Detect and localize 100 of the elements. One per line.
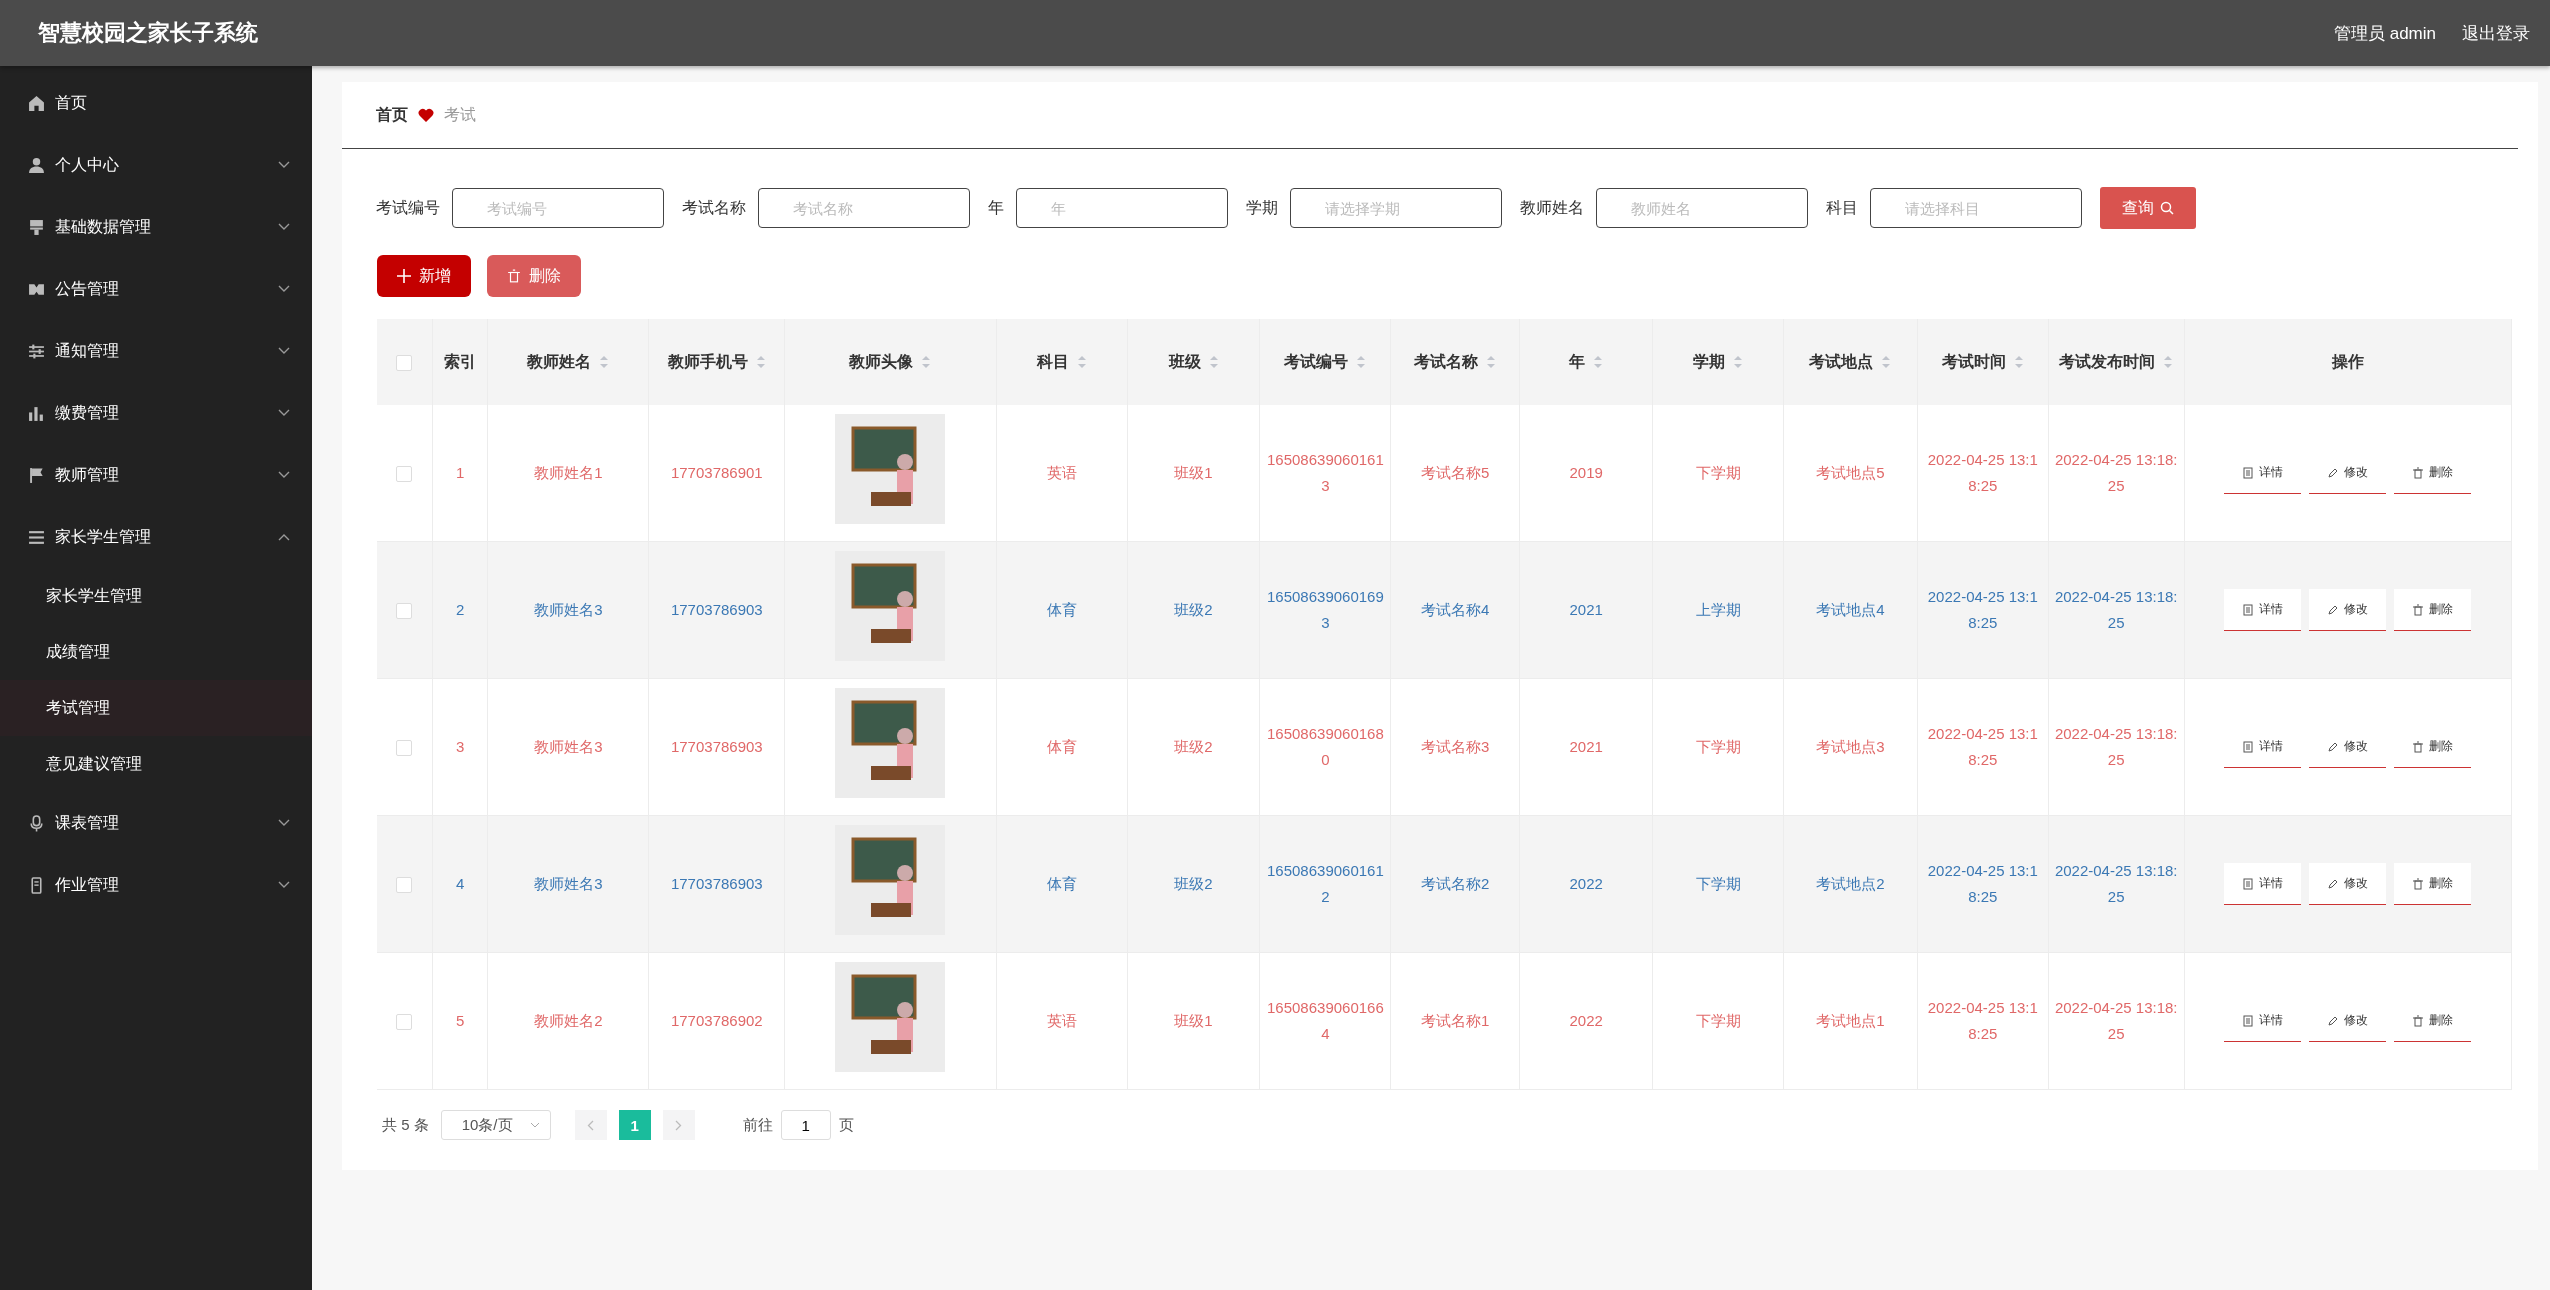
table-cell: 考试名称3: [1421, 738, 1490, 755]
sort-icon[interactable]: [755, 355, 766, 369]
edit-button[interactable]: 修改: [2309, 726, 2387, 768]
row-checkbox[interactable]: [396, 466, 413, 483]
table-cell: 17703786901: [670, 464, 763, 481]
table-cell: 165086390601680: [1267, 725, 1384, 768]
sidebar-item-label: 作业管理: [55, 874, 120, 895]
filter-input[interactable]: 请选择科目: [1870, 188, 2082, 228]
table-cell: 考试地点4: [1816, 601, 1885, 618]
sidebar-item[interactable]: 个人中心: [0, 134, 312, 196]
delete-button[interactable]: 删除: [2394, 1000, 2472, 1042]
sidebar-item[interactable]: 公告管理: [0, 258, 312, 320]
sidebar-subitem[interactable]: 家长学生管理: [0, 568, 312, 624]
delete-button[interactable]: 删除: [2394, 452, 2472, 494]
details-button[interactable]: 详情: [2224, 452, 2302, 494]
table-cell: 2: [455, 601, 465, 618]
column-header: 索引: [444, 351, 477, 372]
delete-button[interactable]: 删除: [487, 255, 581, 297]
table-cell: 考试地点2: [1816, 875, 1885, 892]
table-cell: 2022-04-25 13:18:25: [2054, 999, 2178, 1042]
sort-icon[interactable]: [1733, 355, 1744, 369]
row-checkbox[interactable]: [396, 1014, 413, 1031]
table-cell: 班级2: [1174, 601, 1213, 618]
table-cell: 教师姓名3: [534, 738, 603, 755]
column-header: 学期: [1693, 351, 1726, 372]
select-all-checkbox[interactable]: [396, 354, 413, 371]
details-button[interactable]: 详情: [2224, 726, 2302, 768]
sort-icon[interactable]: [2163, 355, 2174, 369]
table-cell: 2022-04-25 13:18:25: [1927, 862, 2038, 905]
edit-button[interactable]: 修改: [2309, 863, 2387, 905]
table-cell: 考试地点5: [1816, 464, 1885, 481]
goto-label: 前往: [742, 1115, 773, 1135]
pencil-icon: [2327, 603, 2340, 616]
delete-button[interactable]: 删除: [2394, 726, 2472, 768]
column-header: 考试编号: [1284, 351, 1349, 372]
stamp-icon: [28, 218, 45, 236]
person-icon: [28, 156, 45, 174]
add-button[interactable]: 新增: [377, 255, 471, 297]
filter-input[interactable]: 考试编号: [452, 188, 664, 228]
sidebar-item[interactable]: 作业管理: [0, 854, 312, 916]
sort-icon[interactable]: [1356, 355, 1367, 369]
sidebar-item[interactable]: 家长学生管理: [0, 506, 312, 568]
row-checkbox[interactable]: [396, 877, 413, 894]
trash-icon: [2412, 740, 2425, 753]
bar-chart-icon: [28, 404, 45, 422]
table-cell: 考试名称2: [1421, 875, 1490, 892]
filter-input[interactable]: 考试名称: [758, 188, 970, 228]
sidebar-item[interactable]: 首页: [0, 72, 312, 134]
filter-label: 年: [988, 197, 1004, 218]
goto-page-input[interactable]: 1: [780, 1110, 831, 1140]
table-cell: 5: [455, 1012, 465, 1029]
document-icon: [2242, 466, 2255, 479]
next-page-button[interactable]: [662, 1110, 695, 1140]
edit-button[interactable]: 修改: [2309, 589, 2387, 631]
sidebar-item-label: 公告管理: [55, 278, 120, 299]
filter-input[interactable]: 请选择学期: [1290, 188, 1502, 228]
query-button[interactable]: 查询: [2100, 187, 2196, 229]
sidebar-item[interactable]: 课表管理: [0, 792, 312, 854]
details-button[interactable]: 详情: [2224, 863, 2302, 905]
sort-icon[interactable]: [1076, 355, 1087, 369]
row-checkbox[interactable]: [396, 603, 413, 620]
sort-icon[interactable]: [1208, 355, 1219, 369]
filter-label: 教师姓名: [1520, 197, 1584, 218]
sidebar-item[interactable]: 基础数据管理: [0, 196, 312, 258]
table-cell: 165086390601612: [1267, 862, 1384, 905]
edit-button[interactable]: 修改: [2309, 1000, 2387, 1042]
table-cell: 2022-04-25 13:18:25: [1927, 451, 2038, 494]
sidebar-subitem[interactable]: 考试管理: [0, 680, 312, 736]
breadcrumb-link[interactable]: 首页: [376, 104, 408, 126]
details-button[interactable]: 详情: [2224, 1000, 2302, 1042]
sidebar-item-label: 教师管理: [55, 464, 120, 485]
page-size-select[interactable]: 10条/页: [440, 1110, 551, 1140]
sidebar-item[interactable]: 缴费管理: [0, 382, 312, 444]
sidebar-item[interactable]: 通知管理: [0, 320, 312, 382]
sliders-icon: [28, 342, 45, 360]
edit-button[interactable]: 修改: [2309, 452, 2387, 494]
table-cell: 2022-04-25 13:18:25: [1927, 999, 2038, 1042]
filter-input[interactable]: 年: [1016, 188, 1228, 228]
goto-suffix: 页: [838, 1115, 854, 1135]
sidebar-subitem[interactable]: 意见建议管理: [0, 736, 312, 792]
table-cell: 2022-04-25 13:18:25: [1927, 588, 2038, 631]
sort-icon[interactable]: [2013, 355, 2024, 369]
delete-button[interactable]: 删除: [2394, 589, 2472, 631]
home-icon: [28, 94, 45, 112]
details-button[interactable]: 详情: [2224, 589, 2302, 631]
row-checkbox[interactable]: [396, 740, 413, 757]
sidebar-item[interactable]: 教师管理: [0, 444, 312, 506]
sort-icon[interactable]: [921, 355, 932, 369]
sort-icon[interactable]: [599, 355, 610, 369]
sidebar-subitem[interactable]: 成绩管理: [0, 624, 312, 680]
filter-input[interactable]: 教师姓名: [1596, 188, 1808, 228]
sort-icon[interactable]: [1881, 355, 1892, 369]
previous-page-button[interactable]: [574, 1110, 607, 1140]
sort-icon[interactable]: [1593, 355, 1604, 369]
trash-icon: [2412, 466, 2425, 479]
logout-link[interactable]: 退出登录: [2462, 21, 2530, 45]
table-cell: 2022-04-25 13:18:25: [2054, 862, 2178, 905]
sort-icon[interactable]: [1486, 355, 1497, 369]
table-cell: 17703786902: [670, 1012, 763, 1029]
delete-button[interactable]: 删除: [2394, 863, 2472, 905]
